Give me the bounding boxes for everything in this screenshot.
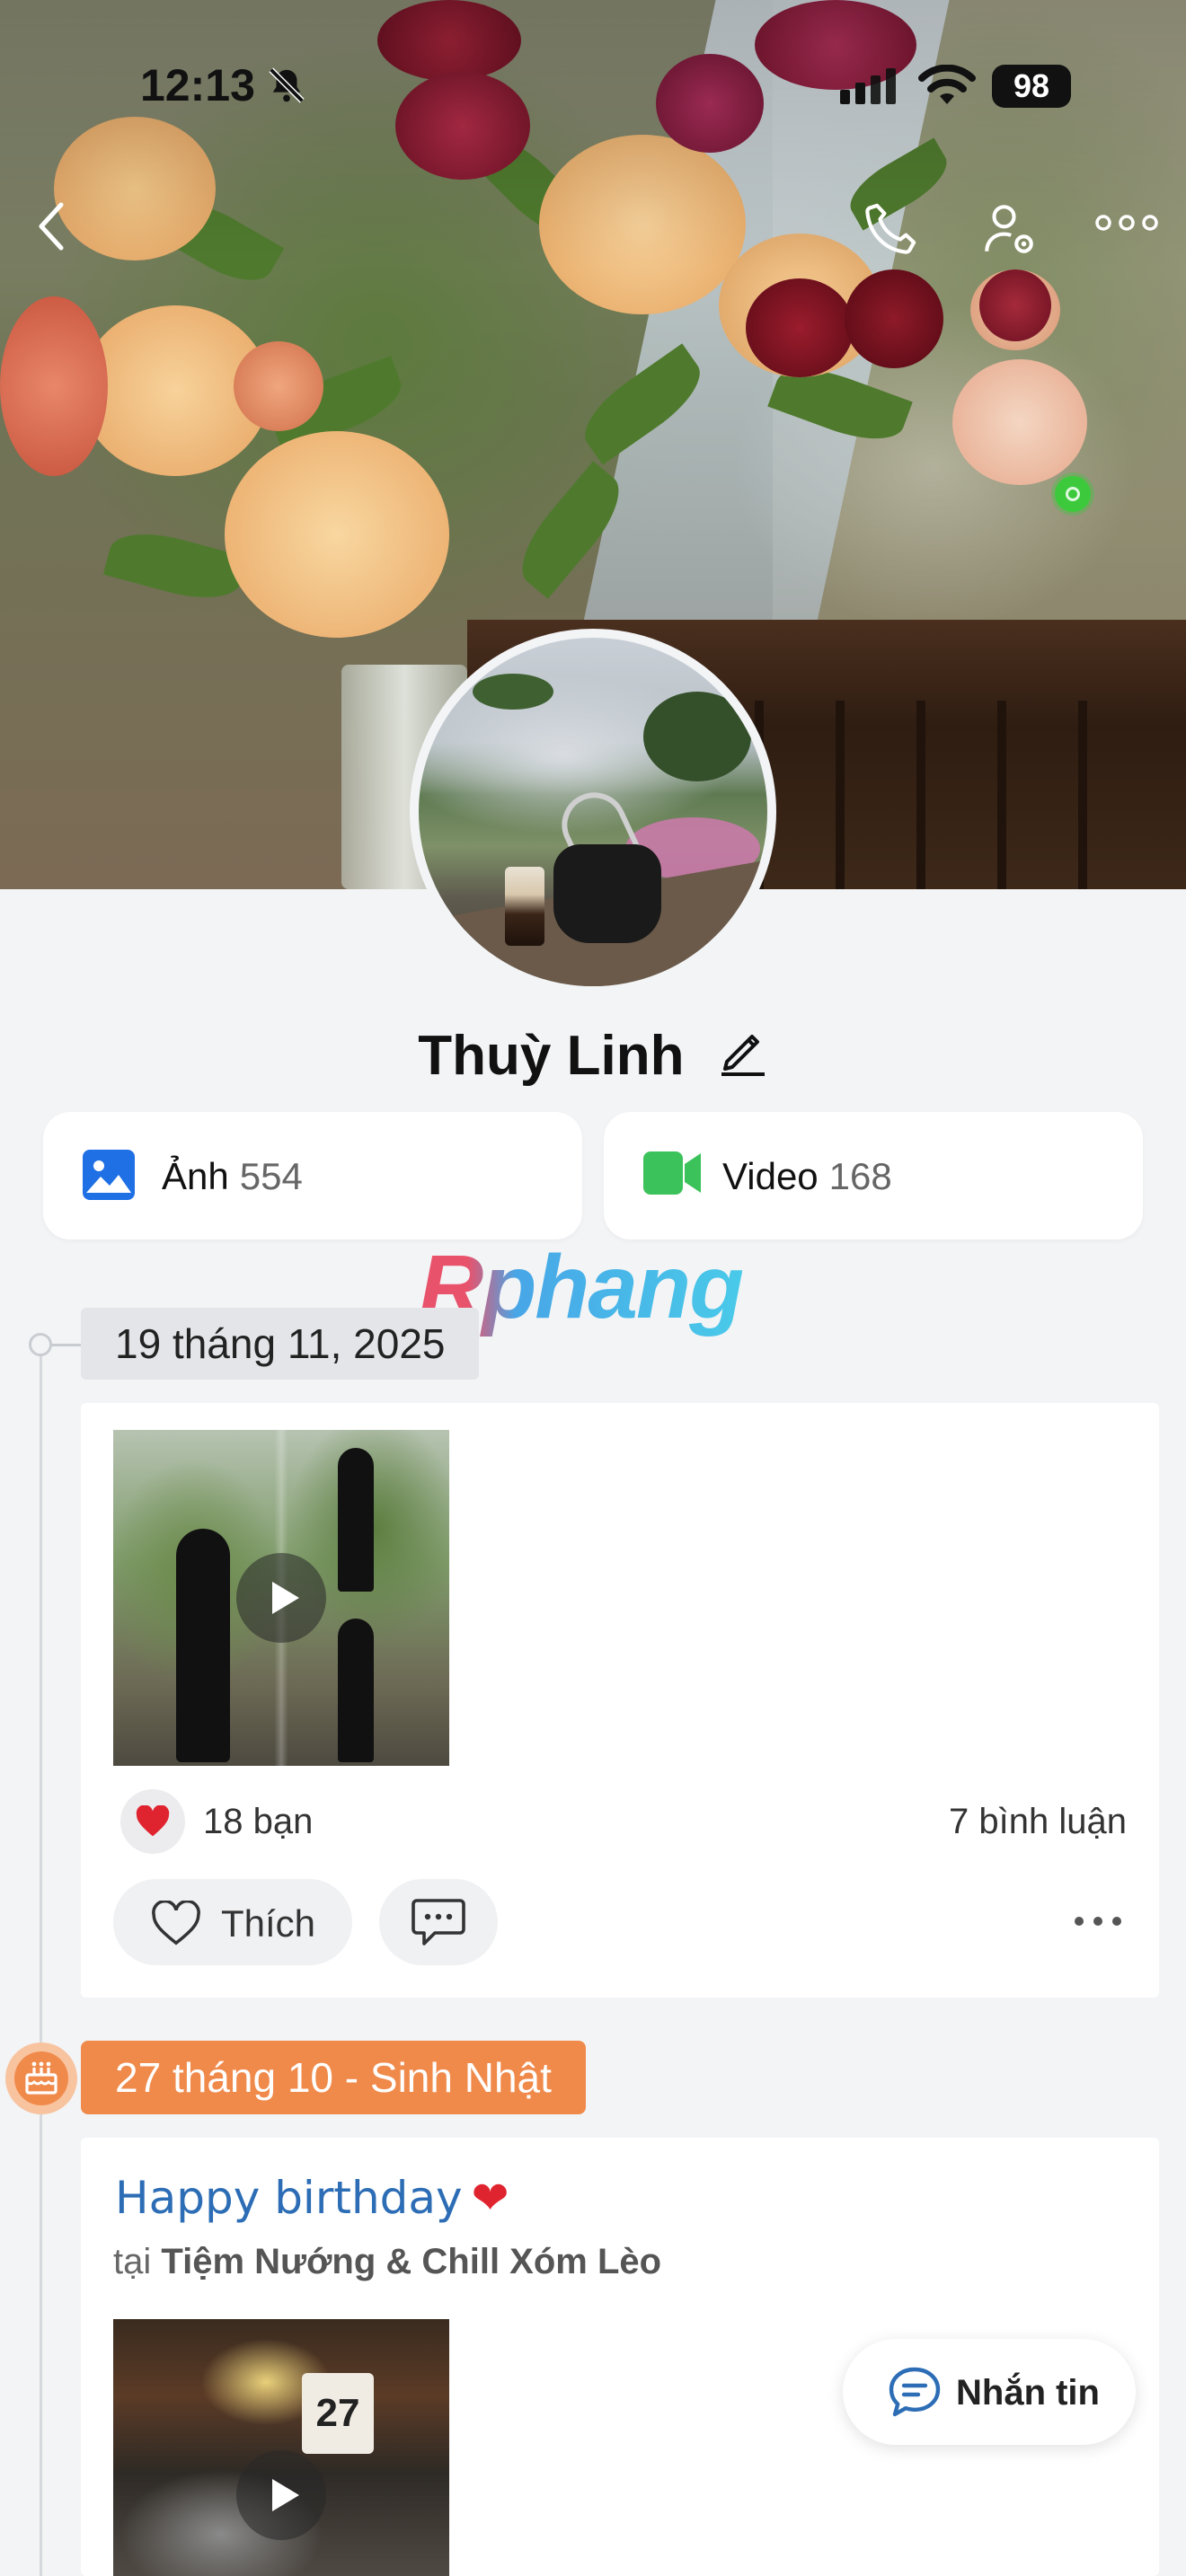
chat-bubble-icon <box>889 2367 941 2417</box>
timeline-line <box>40 1347 42 2576</box>
photos-count: 554 <box>239 1155 303 1197</box>
comment-icon <box>412 1899 465 1945</box>
play-icon[interactable] <box>236 1553 326 1643</box>
edit-name-icon[interactable] <box>718 1021 768 1090</box>
videos-count: 168 <box>828 1155 892 1197</box>
online-status-indicator <box>1055 476 1091 512</box>
date-chip: 19 tháng 11, 2025 <box>81 1308 480 1380</box>
phone-icon[interactable] <box>861 199 920 263</box>
comment-button[interactable] <box>379 1879 498 1965</box>
message-button-label: Nhắn tin <box>956 2373 1100 2413</box>
reaction-count[interactable]: 18 bạn <box>203 1802 313 1842</box>
like-label: Thích <box>221 1902 316 1945</box>
video-thumbnail[interactable] <box>113 1430 449 1766</box>
post-location: tại Tiệm Nướng & Chill Xóm Lèo <box>113 2242 661 2282</box>
post-title-text: Happy birthday <box>115 2172 463 2224</box>
image-icon <box>83 1150 135 1204</box>
comment-count[interactable]: 7 bình luận <box>949 1802 1127 1842</box>
post-title: Happy birthday ❤ <box>115 2172 509 2224</box>
bell-slash-icon <box>266 65 307 110</box>
back-icon[interactable] <box>34 199 70 258</box>
location-name[interactable]: Tiệm Nướng & Chill Xóm Lèo <box>161 2242 661 2281</box>
status-bar: 12:13 98 <box>0 0 1186 171</box>
battery-icon: 98 <box>992 65 1071 108</box>
profile-name: Thuỳ Linh <box>418 1025 685 1088</box>
post-more-icon[interactable] <box>1073 1915 1123 1932</box>
profile-name-row: Thuỳ Linh <box>0 1020 1186 1090</box>
location-prefix: tại <box>113 2242 152 2281</box>
video-thumbnail[interactable]: 27 <box>113 2319 449 2576</box>
birthday-chip: 27 tháng 10 - Sinh Nhật <box>81 2041 586 2114</box>
videos-label: Video <box>722 1155 819 1197</box>
calendar-day: 27 <box>302 2373 374 2454</box>
message-button[interactable]: Nhắn tin <box>843 2339 1136 2445</box>
wifi-icon <box>918 64 976 112</box>
photos-label: Ảnh <box>162 1155 229 1197</box>
play-icon[interactable] <box>236 2450 326 2540</box>
profile-settings-icon[interactable] <box>979 199 1039 263</box>
photos-card[interactable]: Ảnh 554 <box>43 1112 582 1239</box>
heart-outline-icon <box>152 1901 200 1945</box>
timeline-connector <box>52 1344 81 1346</box>
birthday-cake-icon <box>5 2042 77 2114</box>
avatar[interactable] <box>410 629 776 995</box>
video-icon <box>643 1150 701 1201</box>
more-icon[interactable] <box>1094 212 1159 238</box>
status-time: 12:13 <box>140 60 255 110</box>
videos-card[interactable]: Video 168 <box>604 1112 1143 1239</box>
heart-reaction-icon[interactable] <box>120 1789 185 1854</box>
timeline-dot <box>29 1333 52 1356</box>
reaction-row: 18 bạn 7 bình luận <box>81 1789 1159 1861</box>
like-button[interactable]: Thích <box>113 1879 352 1965</box>
heart-emoji: ❤ <box>471 2172 509 2224</box>
action-row: Thích <box>81 1879 1159 1965</box>
post-card: 18 bạn 7 bình luận Thích <box>81 1403 1159 1998</box>
cellular-signal-icon <box>840 68 901 109</box>
